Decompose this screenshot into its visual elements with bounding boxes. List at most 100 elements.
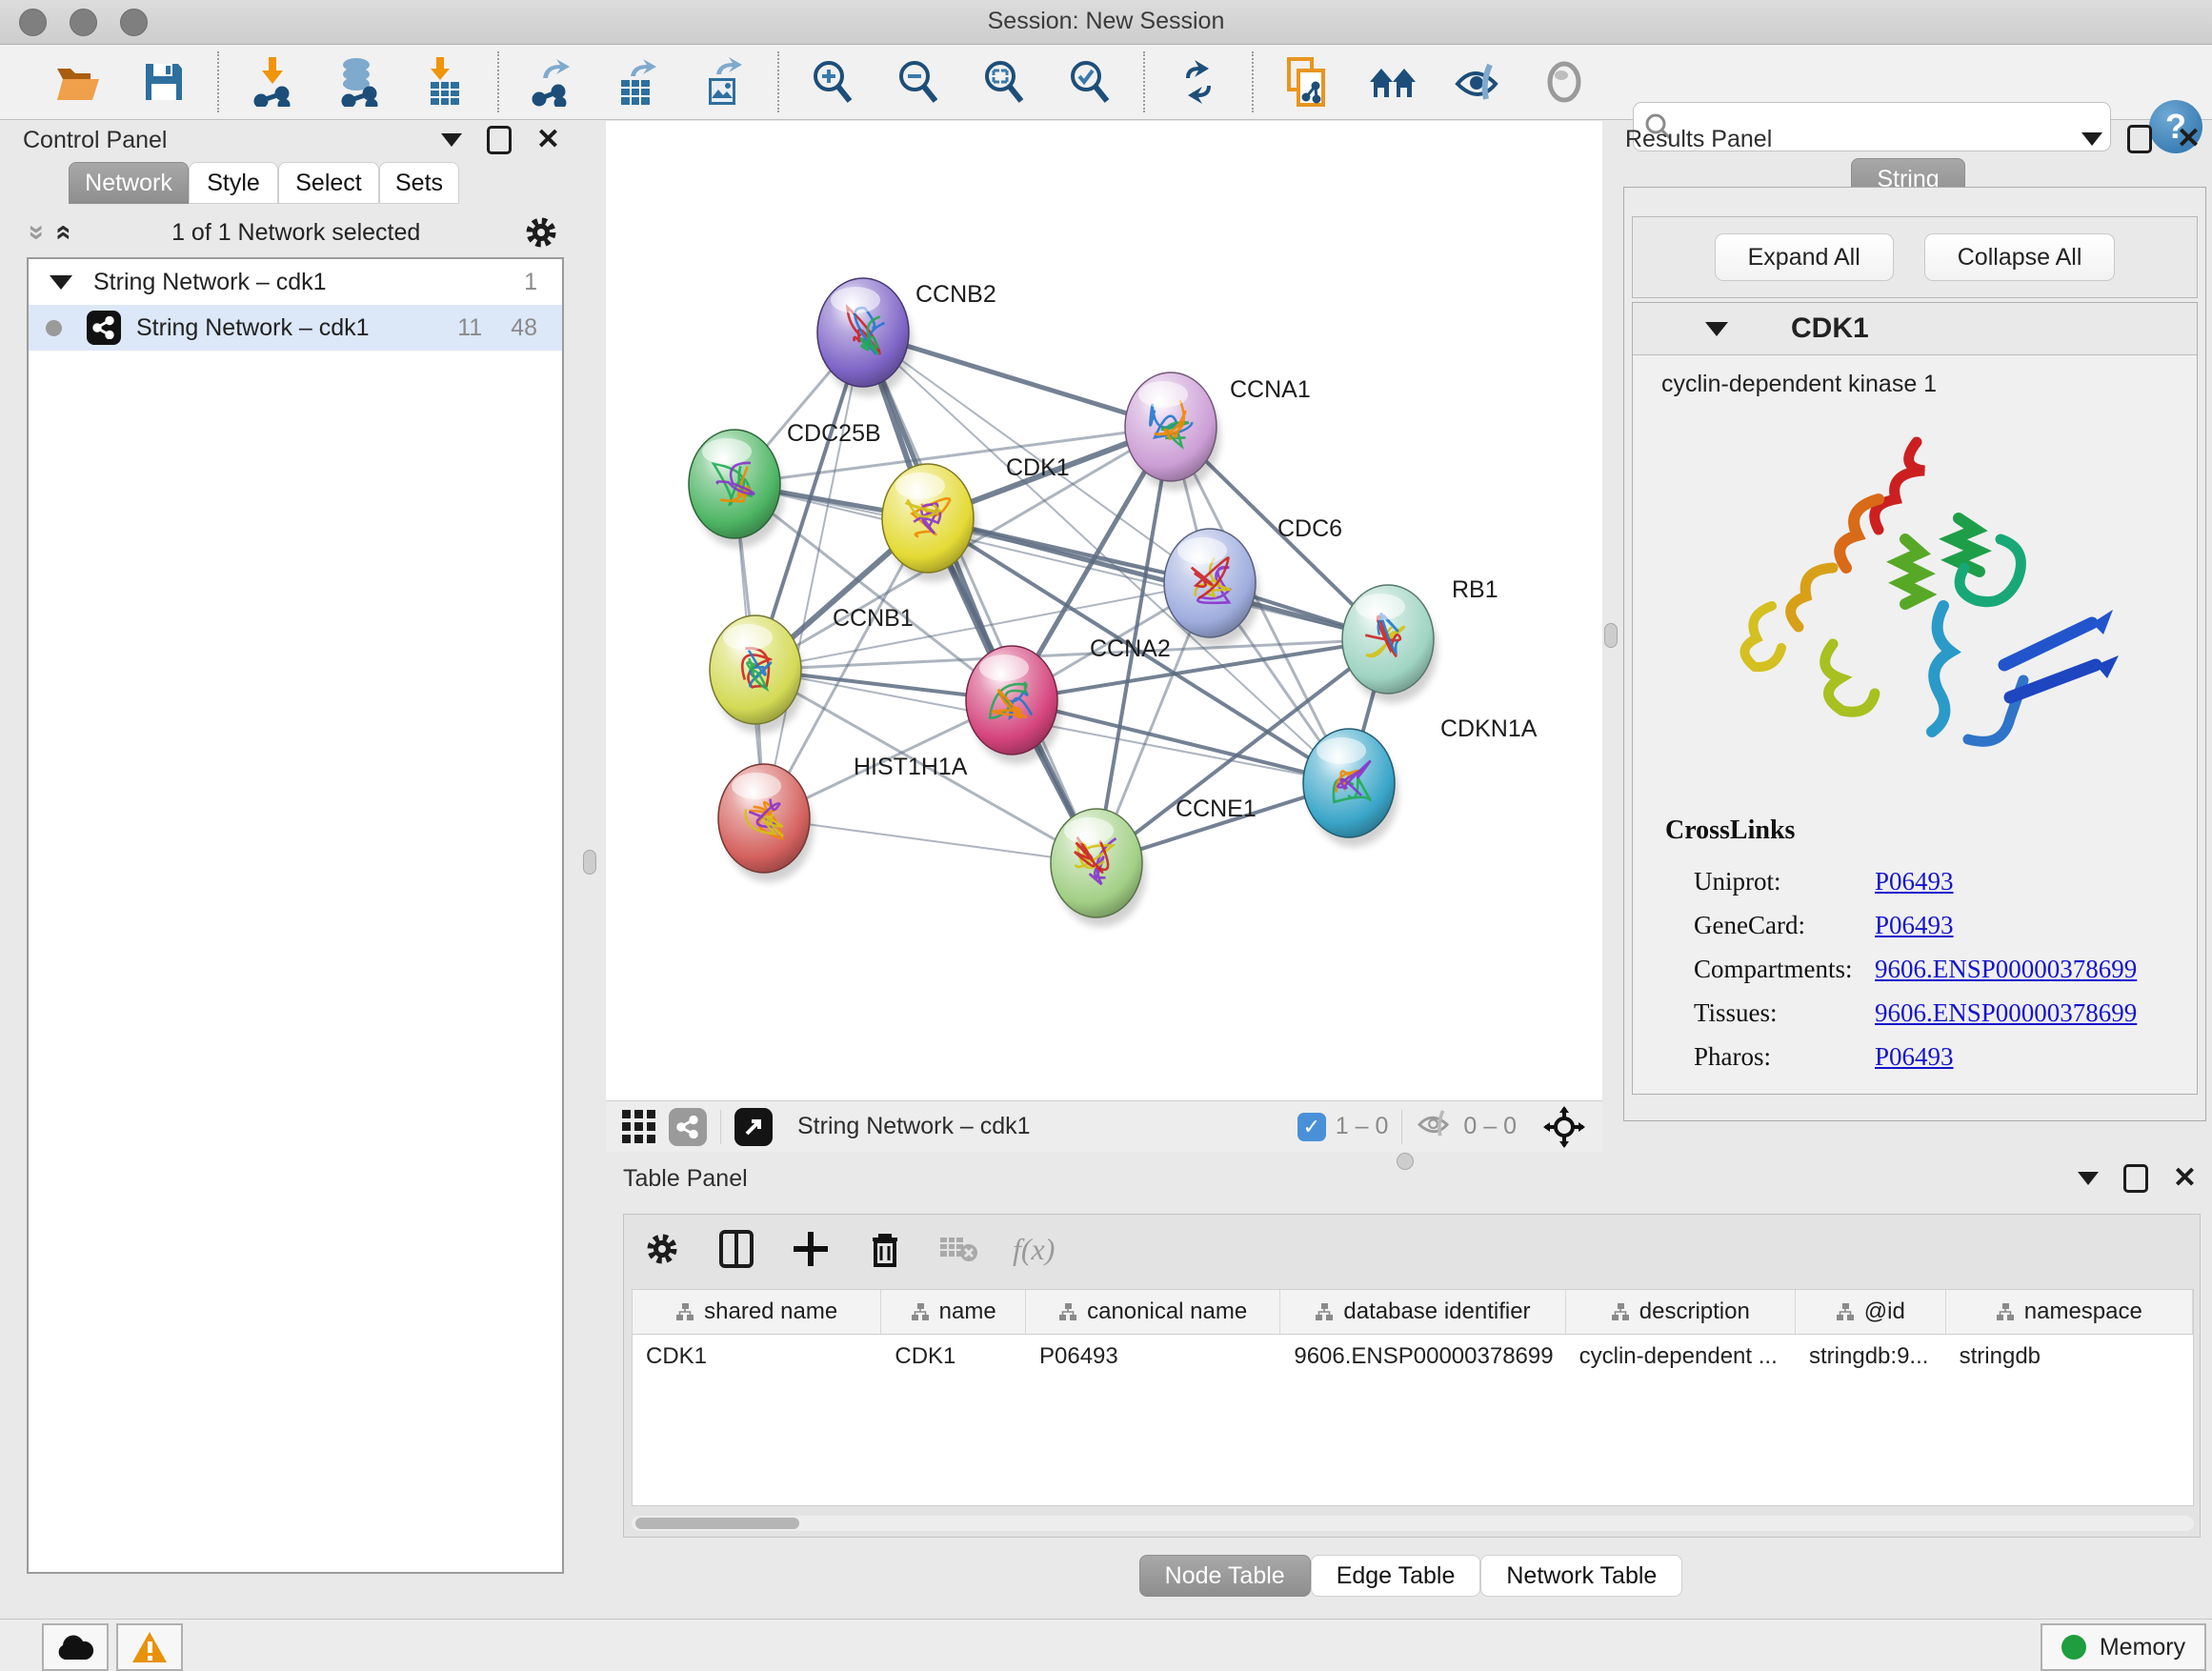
network-view[interactable]: CCNB2CCNA1CDC25BCDK1CDC6RB1CCNB1CCNA2CDK… <box>606 121 1602 1100</box>
node-label-CDC25B: CDC25B <box>787 420 881 447</box>
tab-node-table[interactable]: Node Table <box>1139 1555 1311 1597</box>
crosslink-link-4[interactable]: P06493 <box>1875 1042 1954 1072</box>
column-header-@id[interactable]: @id <box>1796 1290 1946 1334</box>
network-collection-row[interactable]: String Network – cdk1 1 <box>29 259 562 305</box>
string-badge-icon[interactable] <box>669 1108 707 1146</box>
node-CDK1[interactable] <box>882 464 977 582</box>
bottom-splitter-handle[interactable] <box>1397 1153 1414 1170</box>
expand-all-networks-icon[interactable]: « <box>55 225 72 241</box>
node-CCNE1[interactable] <box>1051 809 1146 927</box>
birdseye-grid-icon[interactable] <box>617 1105 661 1149</box>
crosslink-link-1[interactable]: P06493 <box>1875 911 1954 940</box>
import-network-database-icon[interactable] <box>333 57 383 107</box>
table-row[interactable]: CDK1CDK1P064939606.ENSP00000378699cyclin… <box>633 1335 2193 1379</box>
right-splitter-handle[interactable] <box>1604 623 1618 648</box>
scrollbar-thumb[interactable] <box>635 1518 799 1529</box>
import-network-file-icon[interactable] <box>248 57 297 107</box>
table-cell[interactable]: cyclin-dependent ... <box>1566 1335 1796 1379</box>
export-image-icon[interactable] <box>699 57 749 107</box>
zoom-in-icon[interactable] <box>808 57 857 107</box>
table-cell[interactable]: P06493 <box>1026 1335 1280 1379</box>
table-panel-title: Table Panel <box>623 1165 748 1193</box>
hide-selected-eye-icon[interactable] <box>1454 57 1503 107</box>
tab-edge-table[interactable]: Edge Table <box>1311 1555 1481 1597</box>
edge-CCNB2-CCNE1[interactable] <box>863 332 1096 863</box>
crosslink-link-2[interactable]: 9606.ENSP00000378699 <box>1875 955 2137 984</box>
column-header-canonical-name[interactable]: canonical name <box>1026 1290 1280 1334</box>
refresh-layout-icon[interactable] <box>1174 57 1223 107</box>
close-panel-icon[interactable]: ✕ <box>536 126 560 154</box>
add-column-icon[interactable] <box>790 1228 832 1270</box>
gene-header[interactable]: CDK1 <box>1633 303 2197 355</box>
detach-view-icon[interactable] <box>734 1108 773 1146</box>
show-columns-icon[interactable] <box>715 1228 757 1270</box>
import-table-file-icon[interactable] <box>419 57 469 107</box>
network-options-gear-icon[interactable] <box>520 211 562 253</box>
collapse-results-icon[interactable] <box>2081 132 2102 146</box>
crosslink-link-0[interactable]: P06493 <box>1875 867 1954 896</box>
left-splitter-handle[interactable] <box>583 850 596 875</box>
column-header-shared-name[interactable]: shared name <box>633 1290 881 1334</box>
pan-crosshair-icon[interactable] <box>1539 1102 1589 1152</box>
float-results-icon[interactable] <box>2127 125 2152 153</box>
node-CDC25B[interactable] <box>689 430 784 548</box>
gene-expander-icon[interactable] <box>1705 322 1728 336</box>
column-header-namespace[interactable]: namespace <box>1946 1290 2193 1334</box>
node-RB1[interactable] <box>1342 585 1438 703</box>
table-cell[interactable]: 9606.ENSP00000378699 <box>1280 1335 1565 1379</box>
node-CDC6[interactable] <box>1164 529 1259 647</box>
zoom-out-icon[interactable] <box>894 57 943 107</box>
collapse-all-button[interactable]: Collapse All <box>1924 233 2116 281</box>
table-cell[interactable]: stringdb:9... <box>1796 1335 1946 1379</box>
delete-column-icon[interactable] <box>864 1228 906 1270</box>
tab-select[interactable]: Select <box>278 162 379 204</box>
edge-CCNB2-HIST1H1A[interactable] <box>764 332 863 818</box>
node-table[interactable]: shared namenamecanonical namedatabase id… <box>632 1289 2194 1506</box>
crosslink-link-3[interactable]: 9606.ENSP00000378699 <box>1875 998 2137 1028</box>
close-table-icon[interactable]: ✕ <box>2173 1164 2197 1193</box>
tab-sets[interactable]: Sets <box>379 162 459 204</box>
edge-HIST1H1A-CCNE1[interactable] <box>764 818 1096 863</box>
close-results-icon[interactable]: ✕ <box>2177 125 2201 153</box>
table-horizontal-scrollbar[interactable] <box>632 1516 2194 1531</box>
zoom-selected-icon[interactable] <box>1065 57 1115 107</box>
column-header-database-identifier[interactable]: database identifier <box>1280 1290 1565 1334</box>
zoom-fit-icon[interactable] <box>979 57 1029 107</box>
export-table-icon[interactable] <box>613 57 663 107</box>
table-cell[interactable]: stringdb <box>1946 1335 2193 1379</box>
tab-network-table[interactable]: Network Table <box>1480 1555 1682 1597</box>
tab-network[interactable]: Network <box>69 162 189 204</box>
expand-all-button[interactable]: Expand All <box>1715 233 1894 281</box>
network-canvas[interactable]: CCNB2CCNA1CDC25BCDK1CDC6RB1CCNB1CCNA2CDK… <box>606 121 1602 1100</box>
table-cell[interactable]: CDK1 <box>633 1335 881 1379</box>
table-cell[interactable]: CDK1 <box>881 1335 1026 1379</box>
collapse-panel-icon[interactable] <box>441 133 462 147</box>
node-CCNA1[interactable] <box>1125 372 1220 491</box>
houses-icon[interactable] <box>1368 57 1418 107</box>
node-CCNB2[interactable] <box>817 278 913 396</box>
save-session-icon[interactable] <box>139 57 189 107</box>
float-table-icon[interactable] <box>2123 1164 2148 1193</box>
column-header-name[interactable]: name <box>881 1290 1026 1334</box>
node-HIST1H1A[interactable] <box>718 764 814 882</box>
table-options-gear-icon[interactable] <box>641 1228 683 1270</box>
warning-status-button[interactable] <box>116 1623 183 1671</box>
collapse-all-networks-icon[interactable]: « <box>26 225 43 241</box>
open-session-icon[interactable] <box>53 57 103 107</box>
hidden-count: 0 – 0 <box>1463 1113 1517 1140</box>
first-neighbors-icon[interactable] <box>1282 57 1332 107</box>
column-header-description[interactable]: description <box>1566 1290 1796 1334</box>
export-network-icon[interactable] <box>528 57 577 107</box>
collapse-table-icon[interactable] <box>2078 1172 2099 1185</box>
tab-style[interactable]: Style <box>189 162 278 204</box>
network-row-selected[interactable]: String Network – cdk1 11 48 <box>29 305 562 351</box>
node-CCNA2[interactable] <box>966 646 1061 764</box>
cloud-status-button[interactable] <box>42 1623 109 1671</box>
node-CCNB1[interactable] <box>710 615 805 734</box>
collection-expander-icon[interactable] <box>50 275 72 290</box>
node-CDKN1A[interactable] <box>1303 729 1398 847</box>
float-panel-icon[interactable] <box>487 126 512 154</box>
memory-button[interactable]: Memory <box>2041 1623 2206 1671</box>
selected-nodes-checkbox[interactable]: ✓ <box>1297 1113 1326 1141</box>
show-all-eye-icon[interactable] <box>1539 57 1589 107</box>
